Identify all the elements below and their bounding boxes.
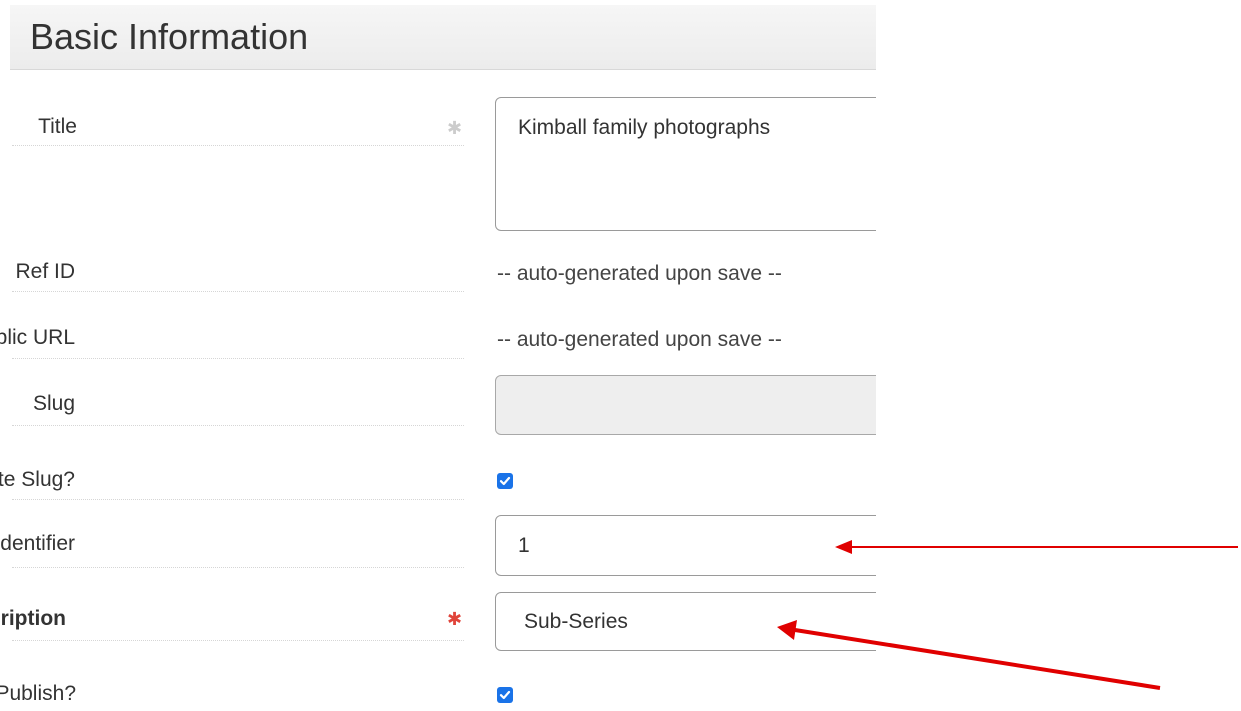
slug-input[interactable] bbox=[495, 375, 876, 435]
level-of-description-label: Level of Description bbox=[0, 607, 66, 630]
publish-label: Publish? bbox=[0, 682, 76, 705]
row-divider bbox=[12, 291, 464, 292]
auto-slug-label: Automatically Generate Slug? bbox=[0, 468, 75, 491]
ref-id-value: -- auto-generated upon save -- bbox=[497, 262, 782, 285]
row-divider bbox=[12, 425, 464, 426]
level-of-description-selected-value: Sub-Series bbox=[524, 610, 628, 633]
row-divider bbox=[12, 145, 464, 146]
optional-asterisk-icon: ✱ bbox=[447, 118, 463, 138]
row-divider bbox=[12, 640, 464, 641]
title-textarea[interactable]: Kimball family photographs bbox=[495, 97, 876, 231]
section-title: Basic Information bbox=[30, 16, 309, 57]
level-of-description-select[interactable]: Sub-Series bbox=[495, 592, 876, 651]
arrow-left-icon bbox=[835, 540, 1238, 554]
checkmark-icon bbox=[499, 476, 511, 486]
required-asterisk-icon: ✱ bbox=[447, 609, 463, 629]
section-header: Basic Information bbox=[10, 5, 876, 70]
row-divider bbox=[12, 567, 464, 568]
component-unique-identifier-input[interactable] bbox=[495, 515, 876, 576]
row-divider bbox=[12, 499, 464, 500]
slug-label: Slug bbox=[32, 392, 75, 415]
row-divider bbox=[12, 358, 464, 359]
auto-slug-checkbox[interactable] bbox=[497, 473, 513, 489]
public-url-label: Public URL bbox=[0, 326, 75, 349]
basic-information-form: Basic Information Title ✱ Kimball family… bbox=[0, 0, 876, 711]
publish-checkbox[interactable] bbox=[497, 687, 513, 703]
screenshot-stage: Basic Information Title ✱ Kimball family… bbox=[0, 0, 1241, 711]
checkmark-icon bbox=[499, 690, 511, 700]
component-unique-identifier-label: Component Unique Identifier bbox=[0, 532, 75, 555]
ref-id-label: Ref ID bbox=[15, 260, 75, 283]
title-label: Title bbox=[38, 115, 77, 138]
public-url-value: -- auto-generated upon save -- bbox=[497, 328, 782, 351]
